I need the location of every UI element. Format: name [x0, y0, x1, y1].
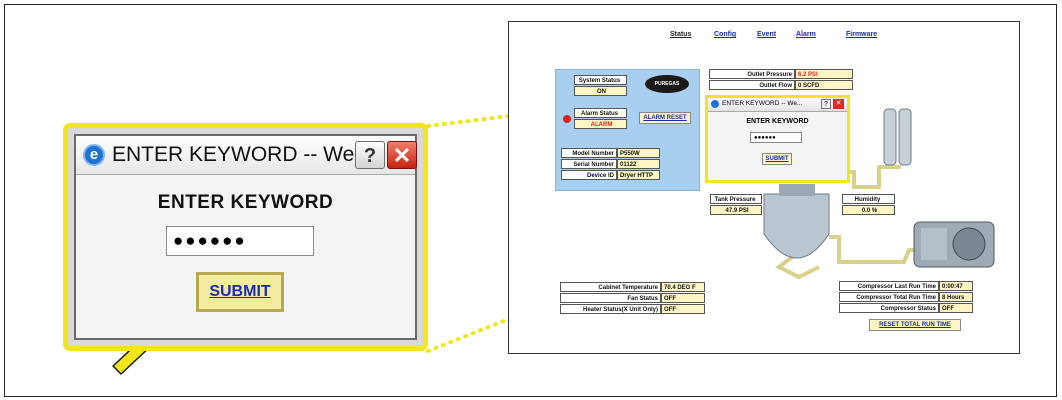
compressor-motor-icon [913, 221, 995, 268]
mini-submit-button[interactable]: SUBMIT [762, 153, 792, 165]
mini-keyword-dialog: ENTER KEYWORD -- We... ? ✕ ENTER KEYWORD… [705, 95, 850, 183]
mini-dialog-heading: ENTER KEYWORD [746, 118, 809, 125]
dialog-heading: ENTER KEYWORD [157, 192, 334, 213]
submit-button[interactable]: SUBMIT [196, 272, 284, 312]
close-button[interactable]: ✕ [387, 141, 417, 169]
model-number-value: P550W [617, 148, 660, 158]
compressor-last-run-label: Compressor Last Run Time [839, 281, 939, 291]
compressor-status-label: Compressor Status [839, 303, 939, 313]
system-status-value: ON [574, 86, 627, 96]
cabinet-temperature-label: Cabinet Temperature [560, 282, 661, 292]
fan-status-value: OFF [661, 293, 705, 303]
model-number-label: Model Number [561, 148, 617, 158]
outlet-pressure-label: Outlet Pressure [709, 69, 795, 79]
mini-password-input[interactable]: ●●●●●● [750, 132, 802, 143]
filter-housings-icon [883, 108, 912, 166]
mini-close-icon[interactable]: ✕ [833, 99, 844, 109]
humidity-value: 0.0 % [842, 205, 895, 215]
dialog-titlebar: e ENTER KEYWORD -- We... ? ✕ [76, 136, 417, 175]
tank-pressure-label: Tank Pressure [710, 194, 762, 204]
device-id-label: Device ID [561, 170, 617, 180]
web-ui-screenshot: Status Config Event Alarm Firmware Syste… [508, 21, 1020, 354]
puregas-logo: PUREGAS [645, 75, 689, 93]
outlet-flow-value: 0 SCFD [795, 80, 853, 90]
system-status-label: System Status [574, 75, 627, 85]
tank-pressure-value: 47.9 PSI [710, 205, 762, 215]
outlet-pressure-value: 6.2 PSI [795, 69, 853, 79]
keyword-password-input[interactable]: ●●●●●● [166, 226, 314, 256]
serial-number-value: 01122 [617, 159, 660, 169]
fan-status-label: Fan Status [560, 293, 661, 303]
heater-status-label: Heater Status(X Unit Only) [560, 304, 661, 314]
mini-dialog-titlebar: ENTER KEYWORD -- We... ? ✕ [708, 98, 847, 112]
cabinet-temperature-value: 70.4 DEG F [661, 282, 705, 292]
compressor-total-run-label: Compressor Total Run Time [839, 292, 939, 302]
mini-ie-icon [711, 100, 719, 108]
humidity-label: Humidity [842, 194, 895, 204]
outlet-flow-label: Outlet Flow [709, 80, 795, 90]
zoomed-keyword-dialog: e ENTER KEYWORD -- We... ? ✕ ENTER KEYWO… [63, 123, 428, 351]
compressor-status-value: OFF [939, 303, 973, 313]
heater-status-value: OFF [661, 304, 705, 314]
help-button[interactable]: ? [355, 141, 385, 169]
alarm-status-label: Alarm Status [574, 108, 627, 118]
mini-help-icon[interactable]: ? [821, 99, 831, 109]
compressor-last-run-value: 0:00:47 [939, 281, 973, 291]
device-id-value: Dryer HTTP [617, 170, 660, 180]
serial-number-label: Serial Number [561, 159, 617, 169]
alarm-reset-button[interactable]: ALARM RESET [639, 112, 691, 124]
dialog-title: ENTER KEYWORD -- We... [112, 143, 372, 166]
reset-total-run-time-button[interactable]: RESET TOTAL RUN TIME [869, 319, 961, 331]
mini-dialog-title: ENTER KEYWORD -- We... [722, 100, 803, 107]
tank-icon [763, 184, 830, 259]
compressor-total-run-value: 8 Hours [939, 292, 973, 302]
alarm-indicator-icon [563, 115, 571, 123]
alarm-status-value: ALARM [574, 119, 627, 129]
ie-icon: e [83, 144, 105, 166]
dialog-window: e ENTER KEYWORD -- We... ? ✕ ENTER KEYWO… [74, 134, 417, 340]
